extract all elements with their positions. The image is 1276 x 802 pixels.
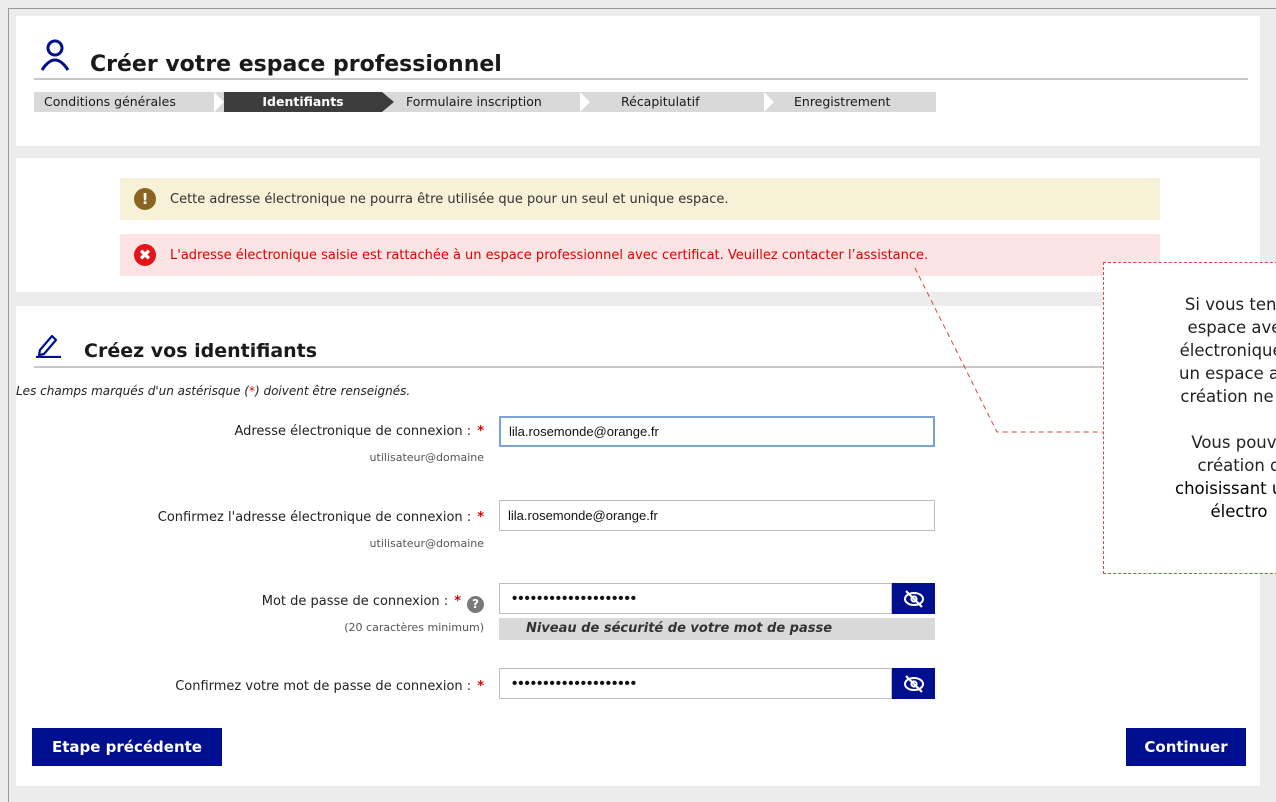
previous-step-button[interactable]: Etape précédente xyxy=(32,728,222,766)
step-formulaire: Formulaire inscription xyxy=(406,94,542,109)
step-enregistrement: Enregistrement xyxy=(794,94,891,109)
confirm-password-input[interactable]: •••••••••••••••••••• xyxy=(499,668,892,699)
section-title: Créez vos identifiants xyxy=(84,340,318,362)
callout-line: Si vous tente xyxy=(1184,295,1276,314)
required-note-suffix: ) doivent être renseignés. xyxy=(254,384,411,398)
confirm-password-label: Confirmez votre mot de passe de connexio… xyxy=(175,679,484,694)
error-text: L'adresse électronique saisie est rattac… xyxy=(170,247,929,263)
confirm-email-label-text: Confirmez l'adresse électronique de conn… xyxy=(157,510,472,525)
warning-alert: ! Cette adresse électronique ne pourra ê… xyxy=(120,178,1160,220)
header-panel: Créer votre espace professionnel Conditi… xyxy=(16,16,1260,146)
step-identifiants: Identifiants xyxy=(224,92,382,112)
callout-line: création d xyxy=(1197,456,1276,475)
required-star: * xyxy=(477,679,484,694)
annotation-callout: Si vous tente espace avec électronique d… xyxy=(1103,262,1276,574)
callout-line: électronique d xyxy=(1179,341,1276,360)
title-divider xyxy=(34,78,1248,80)
step-conditions: Conditions générales xyxy=(44,94,176,109)
warning-text: Cette adresse électronique ne pourra êtr… xyxy=(170,191,729,207)
confirm-email-label: Confirmez l'adresse électronique de conn… xyxy=(158,510,484,525)
alerts-panel: ! Cette adresse électronique ne pourra ê… xyxy=(16,158,1260,292)
required-fields-note: Les champs marqués d'un astérisque (*) d… xyxy=(16,384,410,398)
password-label-text: Mot de passe de connexion : xyxy=(261,594,449,609)
confirm-password-label-text: Confirmez votre mot de passe de connexio… xyxy=(175,679,472,694)
email-hint: utilisateur@domaine xyxy=(369,451,484,464)
step-separator xyxy=(580,92,590,112)
required-star: * xyxy=(477,510,484,525)
email-label-text: Adresse électronique de connexion : xyxy=(234,424,472,439)
confirm-email-hint: utilisateur@domaine xyxy=(369,537,484,550)
step-separator xyxy=(764,92,774,112)
required-star: * xyxy=(454,594,461,609)
callout-line: Vous pouve xyxy=(1191,433,1276,452)
form-panel: Créez vos identifiants Les champs marqué… xyxy=(16,306,1260,786)
step-separator xyxy=(214,92,224,112)
toggle-confirm-password-visibility-button[interactable] xyxy=(892,668,935,699)
step-progress: Conditions générales Identifiants Formul… xyxy=(34,92,936,112)
confirm-email-input[interactable]: lila.rosemonde@orange.fr xyxy=(499,500,935,531)
password-strength-bar: Niveau de sécurité de votre mot de passe xyxy=(499,618,935,640)
callout-line: choisissant une xyxy=(1175,479,1276,498)
required-star: * xyxy=(477,424,484,439)
step-recapitulatif: Récapitulatif xyxy=(621,94,700,109)
email-label: Adresse électronique de connexion : * xyxy=(234,424,484,439)
error-alert: ✖ L'adresse électronique saisie est ratt… xyxy=(120,234,1160,276)
pencil-icon xyxy=(36,334,61,358)
toggle-password-visibility-button[interactable] xyxy=(892,583,935,614)
page-title: Créer votre espace professionnel xyxy=(90,52,502,77)
eye-slash-icon xyxy=(903,674,924,693)
required-note-prefix: Les champs marqués d'un astérisque ( xyxy=(16,384,249,398)
exclamation-icon: ! xyxy=(134,188,156,210)
step-separator xyxy=(382,92,394,112)
password-input[interactable]: •••••••••••••••••••• xyxy=(499,583,892,614)
password-hint: (20 caractères minimum) xyxy=(344,621,484,634)
section-divider xyxy=(34,366,1248,368)
callout-spacer xyxy=(1104,408,1276,431)
password-label: Mot de passe de connexion : *? xyxy=(262,594,484,613)
error-x-icon: ✖ xyxy=(134,244,156,266)
eye-slash-icon xyxy=(903,589,924,608)
callout-line: un espace ave xyxy=(1179,364,1276,383)
callout-line: électro xyxy=(1210,502,1268,521)
callout-line: espace avec xyxy=(1187,318,1276,337)
help-icon[interactable]: ? xyxy=(467,596,484,613)
callout-text: Si vous tente espace avec électronique d… xyxy=(1104,293,1276,523)
continue-button[interactable]: Continuer xyxy=(1126,728,1246,766)
person-icon xyxy=(40,39,70,71)
email-input[interactable]: lila.rosemonde@orange.fr xyxy=(499,416,935,447)
callout-line: création ne se xyxy=(1180,387,1276,406)
